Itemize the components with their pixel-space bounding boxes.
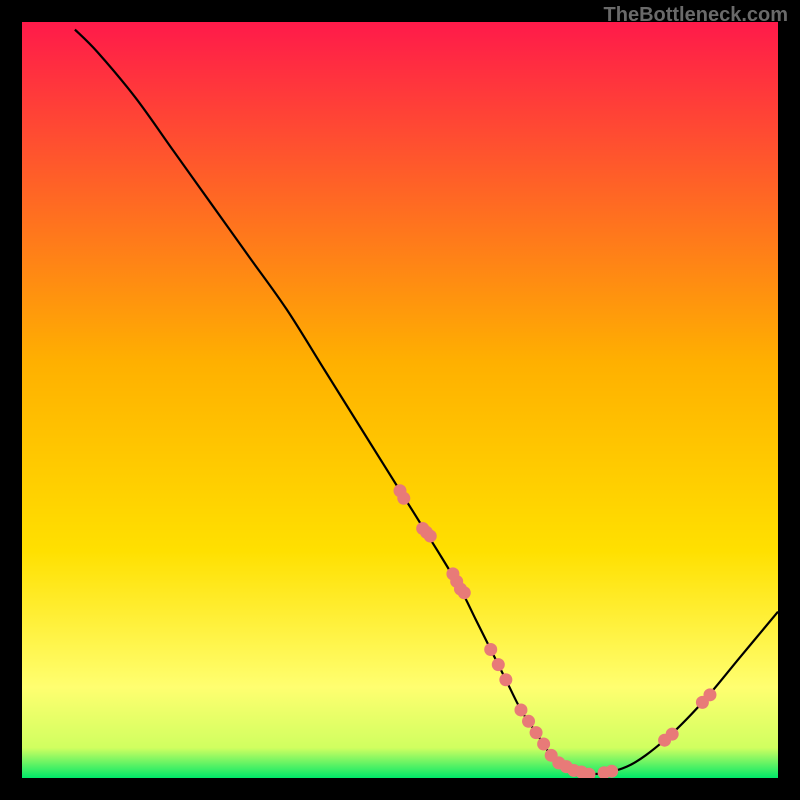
- data-point: [424, 530, 437, 543]
- chart-background: [22, 22, 778, 778]
- data-point: [499, 673, 512, 686]
- data-point: [484, 643, 497, 656]
- data-point: [703, 688, 716, 701]
- data-point: [522, 715, 535, 728]
- data-point: [397, 492, 410, 505]
- chart-plot-area: [22, 22, 778, 778]
- data-point: [514, 703, 527, 716]
- data-point: [458, 586, 471, 599]
- watermark-text: TheBottleneck.com: [604, 4, 788, 27]
- data-point: [666, 728, 679, 741]
- data-point: [605, 765, 618, 778]
- data-point: [492, 658, 505, 671]
- data-point: [537, 737, 550, 750]
- chart-svg: [22, 22, 778, 778]
- data-point: [530, 726, 543, 739]
